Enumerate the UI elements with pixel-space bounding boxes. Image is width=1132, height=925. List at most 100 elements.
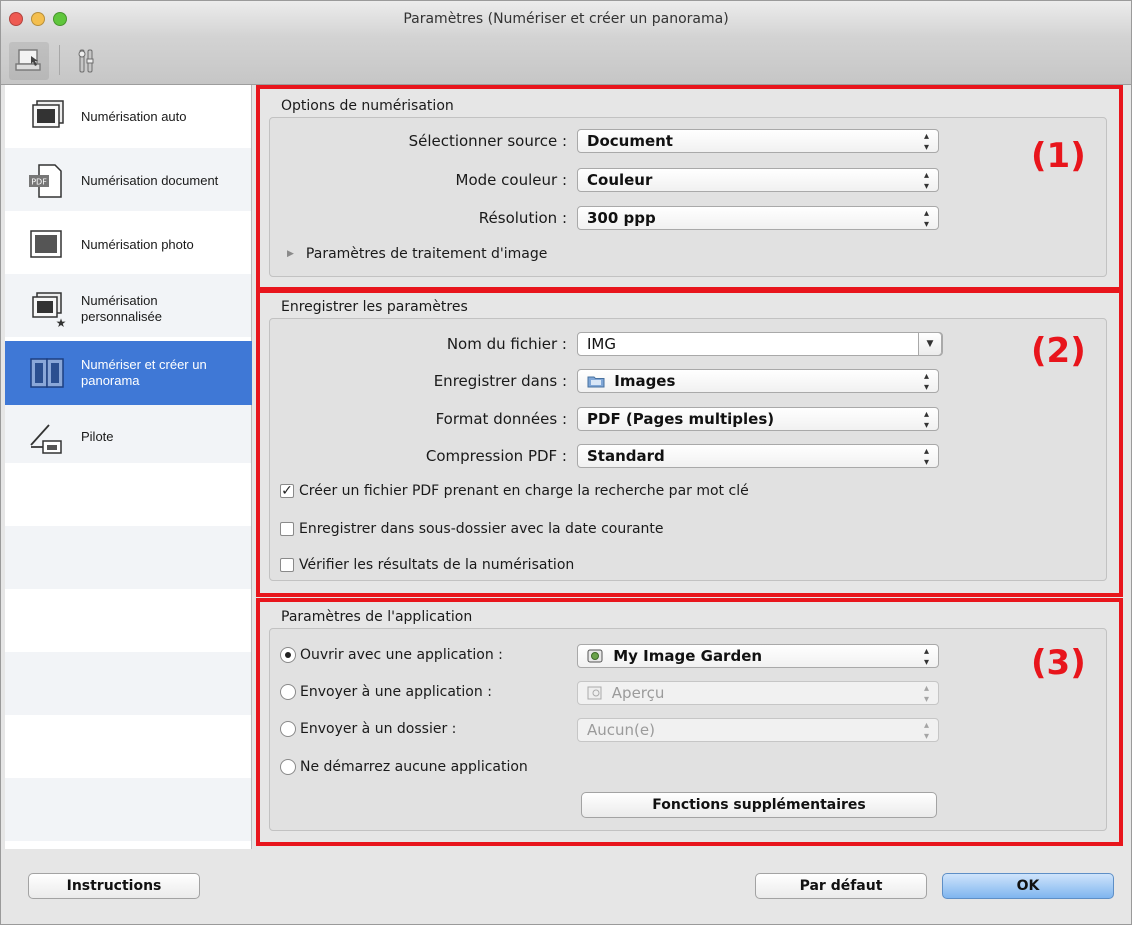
color-mode-label: Mode couleur : xyxy=(455,171,567,189)
toolbar-separator xyxy=(59,45,60,75)
sidebar-item-panorama[interactable]: Numériser et créer un panorama xyxy=(5,341,252,405)
updown-arrows-icon: ▴ ▾ xyxy=(923,720,929,742)
radio-unselected-icon[interactable] xyxy=(280,759,296,775)
window-title: Paramètres (Numériser et créer un panora… xyxy=(403,11,729,27)
updown-arrows-icon: ▴ ▾ xyxy=(923,131,929,153)
filename-value: IMG xyxy=(587,335,616,353)
updown-arrows-icon: ▴ ▾ xyxy=(923,646,929,668)
zoom-window-button[interactable] xyxy=(53,12,67,26)
updown-arrows-icon: ▴ ▾ xyxy=(923,170,929,192)
data-format-select[interactable]: PDF (Pages multiples) ▴ ▾ xyxy=(577,407,939,431)
sidebar: Numérisation auto PDF Numérisation docum… xyxy=(5,85,252,849)
sidebar-item-document-scan[interactable]: PDF Numérisation document xyxy=(5,149,252,213)
sidebar-item-label: Numérisation personnalisée xyxy=(81,293,162,324)
keyword-search-label: Créer un fichier PDF prenant en charge l… xyxy=(299,483,749,499)
radio-selected-icon[interactable] xyxy=(280,647,296,663)
source-select[interactable]: Document ▴ ▾ xyxy=(577,129,939,153)
verify-results-label: Vérifier les résultats de la numérisatio… xyxy=(299,557,575,573)
data-format-value: PDF (Pages multiples) xyxy=(587,410,775,428)
send-to-app-radio[interactable]: Envoyer à une application : xyxy=(280,684,492,700)
send-to-folder-label: Envoyer à un dossier : xyxy=(300,721,457,737)
send-to-app-value: Aperçu xyxy=(611,684,665,702)
pdf-compression-select[interactable]: Standard ▴ ▾ xyxy=(577,444,939,468)
section-number-2: (2) xyxy=(1031,331,1086,371)
date-subfolder-checkbox[interactable]: Enregistrer dans sous-dossier avec la da… xyxy=(280,521,664,537)
close-window-button[interactable] xyxy=(9,12,23,26)
disclosure-triangle-icon: ▶ xyxy=(287,249,294,259)
verify-results-checkbox[interactable]: Vérifier les résultats de la numérisatio… xyxy=(280,557,574,573)
app-settings-title: Paramètres de l'application xyxy=(281,609,473,625)
sidebar-item-driver[interactable]: Pilote xyxy=(5,405,252,469)
source-value: Document xyxy=(587,132,673,150)
panorama-icon xyxy=(30,358,64,388)
save-settings-title: Enregistrer les paramètres xyxy=(281,299,468,315)
no-app-radio[interactable]: Ne démarrez aucune application xyxy=(280,759,528,775)
sidebar-item-auto-scan[interactable]: Numérisation auto xyxy=(5,85,252,149)
sidebar-item-label: Pilote xyxy=(81,429,114,444)
sidebar-item-custom-scan[interactable]: ★ Numérisation personnalisée xyxy=(5,277,252,341)
minimize-window-button[interactable] xyxy=(31,12,45,26)
toolbar xyxy=(1,37,1131,85)
checkbox-checked-icon[interactable]: ✓ xyxy=(280,484,294,498)
open-with-app-radio[interactable]: Ouvrir avec une application : xyxy=(280,647,503,663)
open-with-app-label: Ouvrir avec une application : xyxy=(300,647,503,663)
updown-arrows-icon: ▴ ▾ xyxy=(923,446,929,468)
sidebar-item-label: Numérisation photo xyxy=(81,237,194,252)
defaults-button[interactable]: Par défaut xyxy=(755,873,927,899)
sidebar-item-label: Numériser et créer un panorama xyxy=(81,357,207,388)
send-to-app-label: Envoyer à une application : xyxy=(300,684,492,700)
save-in-value: Images xyxy=(614,372,676,390)
checkbox-unchecked-icon[interactable] xyxy=(280,558,294,572)
updown-arrows-icon: ▴ ▾ xyxy=(923,371,929,393)
send-to-folder-value: Aucun(e) xyxy=(587,721,655,739)
color-mode-select[interactable]: Couleur ▴ ▾ xyxy=(577,168,939,192)
folder-icon xyxy=(587,376,605,388)
image-processing-disclosure[interactable]: ▶ Paramètres de traitement d'image xyxy=(287,246,547,262)
svg-text:★: ★ xyxy=(56,316,67,329)
tools-settings-tab[interactable] xyxy=(67,42,107,80)
svg-text:PDF: PDF xyxy=(31,178,47,187)
section-number-1: (1) xyxy=(1031,136,1086,176)
settings-window: Paramètres (Numériser et créer un panora… xyxy=(0,0,1132,925)
keyword-search-checkbox[interactable]: ✓ Créer un fichier PDF prenant en charge… xyxy=(280,483,749,499)
photo-icon xyxy=(30,230,62,258)
resolution-label: Résolution : xyxy=(478,209,567,227)
updown-arrows-icon: ▴ ▾ xyxy=(923,208,929,230)
source-label: Sélectionner source : xyxy=(408,132,567,150)
sidebar-item-photo-scan[interactable]: Numérisation photo xyxy=(5,213,252,277)
filename-combobox[interactable]: IMG ▼ xyxy=(577,332,943,356)
updown-arrows-icon: ▴ ▾ xyxy=(923,683,929,705)
radio-unselected-icon[interactable] xyxy=(280,684,296,700)
send-to-folder-radio[interactable]: Envoyer à un dossier : xyxy=(280,721,456,737)
date-subfolder-label: Enregistrer dans sous-dossier avec la da… xyxy=(299,521,664,537)
additional-functions-button[interactable]: Fonctions supplémentaires xyxy=(581,792,937,818)
pdf-document-icon: PDF xyxy=(29,164,62,198)
tools-settings-icon xyxy=(78,49,94,73)
scan-options-title: Options de numérisation xyxy=(281,98,454,114)
radio-unselected-icon[interactable] xyxy=(280,721,296,737)
pdf-compression-label: Compression PDF : xyxy=(425,447,567,465)
data-format-label: Format données : xyxy=(435,410,567,428)
scan-settings-tab[interactable] xyxy=(9,42,49,80)
title-bar[interactable]: Paramètres (Numériser et créer un panora… xyxy=(1,1,1131,37)
instructions-button[interactable]: Instructions xyxy=(28,873,200,899)
color-mode-value: Couleur xyxy=(587,171,653,189)
resolution-select[interactable]: 300 ppp ▴ ▾ xyxy=(577,206,939,230)
scan-settings-icon xyxy=(15,49,41,71)
filename-label: Nom du fichier : xyxy=(446,335,567,353)
sidebar-item-label: Numérisation auto xyxy=(81,109,187,124)
open-with-app-select[interactable]: My Image Garden ▴ ▾ xyxy=(577,644,939,668)
my-image-garden-icon xyxy=(587,649,603,663)
combo-dropdown-icon[interactable]: ▼ xyxy=(918,332,942,356)
preview-app-icon xyxy=(587,686,602,700)
send-to-folder-select[interactable]: Aucun(e) ▴ ▾ xyxy=(577,718,939,742)
ok-button[interactable]: OK xyxy=(942,873,1114,899)
custom-scan-icon: ★ xyxy=(32,292,67,329)
sidebar-item-label: Numérisation document xyxy=(81,173,219,188)
send-to-app-select[interactable]: Aperçu ▴ ▾ xyxy=(577,681,939,705)
resolution-value: 300 ppp xyxy=(587,209,656,227)
updown-arrows-icon: ▴ ▾ xyxy=(923,409,929,431)
checkbox-unchecked-icon[interactable] xyxy=(280,522,294,536)
no-app-label: Ne démarrez aucune application xyxy=(300,759,528,775)
save-in-select[interactable]: Images ▴ ▾ xyxy=(577,369,939,393)
